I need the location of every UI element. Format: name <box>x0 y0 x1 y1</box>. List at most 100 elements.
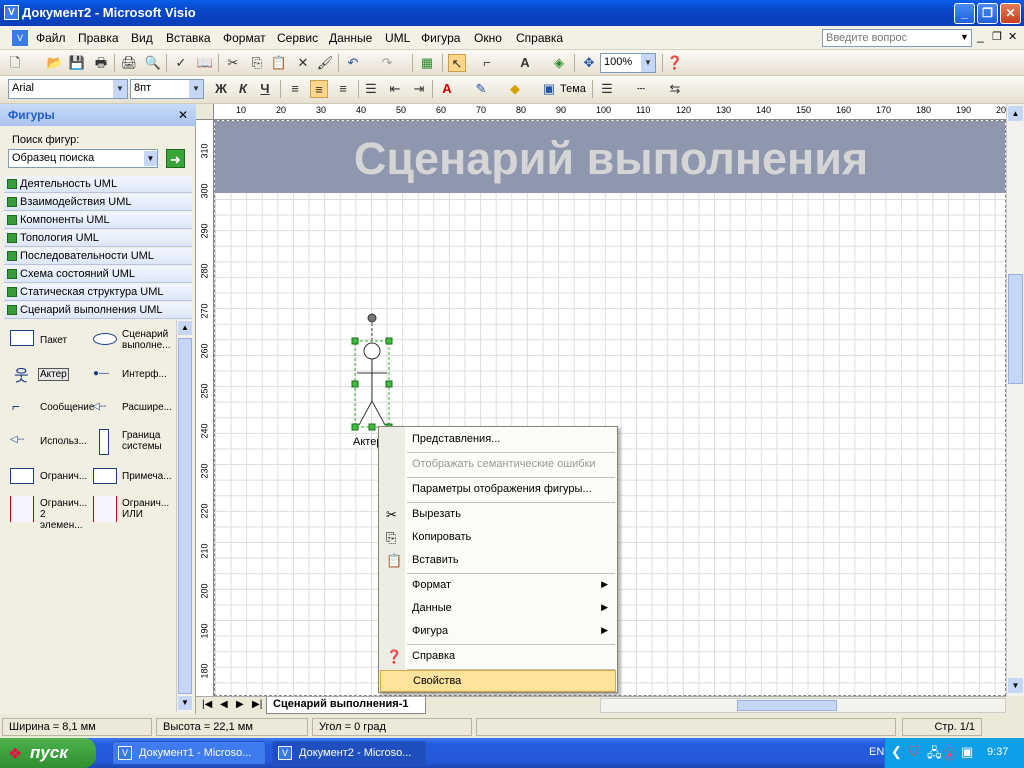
interface-icon[interactable]: ●— <box>93 368 109 379</box>
search-go-button[interactable]: ➜ <box>166 149 185 168</box>
copy-icon[interactable]: ⎘ <box>248 54 266 72</box>
prev-page-icon[interactable]: ◀ <box>220 699 228 710</box>
stencil-component[interactable]: Компоненты UML <box>4 212 192 229</box>
tray-back-icon[interactable]: ❮ <box>891 744 902 760</box>
menu-file[interactable]: Файл <box>36 31 66 45</box>
doc-close-button[interactable]: ✕ <box>1008 30 1017 43</box>
task-document2[interactable]: Документ2 - Microso... <box>272 741 426 765</box>
ctx-properties[interactable]: Свойства <box>380 670 616 692</box>
doc-restore-button[interactable]: ❐ <box>992 30 1002 43</box>
line-pattern-icon[interactable]: ┄ <box>632 80 650 98</box>
stencil-collaboration[interactable]: Взаимодействия UML <box>4 194 192 211</box>
shapes-window-icon[interactable]: ▦ <box>418 54 436 72</box>
stencil-sequence[interactable]: Последовательности UML <box>4 248 192 265</box>
stencil-statechart[interactable]: Схема состояний UML <box>4 266 192 283</box>
ask-dropdown-icon[interactable]: ▼ <box>960 32 969 42</box>
use-case-icon[interactable] <box>93 333 117 345</box>
menu-insert[interactable]: Вставка <box>166 31 211 45</box>
menu-window[interactable]: Окно <box>474 31 502 45</box>
canvas-hscrollbar[interactable] <box>600 698 1006 713</box>
zoom-combo[interactable]: 100% ▼ <box>600 53 656 73</box>
vscroll-thumb[interactable] <box>1008 274 1023 384</box>
last-page-icon[interactable]: ▶| <box>252 699 262 710</box>
uses-icon[interactable]: ◁-- <box>10 434 24 445</box>
decrease-indent-icon[interactable]: ⇤ <box>386 80 404 98</box>
line-ends-icon[interactable]: ⇆ <box>666 80 684 98</box>
actor-icon[interactable]: 웃 <box>14 362 29 386</box>
ctx-semantic-errors[interactable]: Отображать семантические ошибки <box>380 454 616 476</box>
scroll-thumb[interactable] <box>178 338 192 694</box>
search-dropdown-icon[interactable]: ▼ <box>144 151 157 166</box>
scroll-down-icon[interactable]: ▼ <box>178 696 192 710</box>
close-button[interactable]: ✕ <box>1000 3 1021 24</box>
constraint-or-icon[interactable] <box>93 496 117 522</box>
extends-icon[interactable]: ◁-- <box>92 401 106 412</box>
stencil-static-structure[interactable]: Статическая структура UML <box>4 284 192 301</box>
theme-button[interactable]: Тема <box>560 83 586 95</box>
package-icon[interactable] <box>10 330 34 346</box>
ctx-cut[interactable]: ✂ Вырезать <box>380 504 616 526</box>
cut-icon[interactable]: ✂ <box>224 54 242 72</box>
stencil-scrollbar[interactable]: ▲ ▼ <box>176 320 192 712</box>
align-right-icon[interactable]: ≡ <box>334 80 352 98</box>
align-left-icon[interactable]: ≡ <box>286 80 304 98</box>
menu-view[interactable]: Вид <box>131 31 153 45</box>
menu-format[interactable]: Формат <box>223 31 266 45</box>
stencil-activity[interactable]: Деятельность UML <box>4 176 192 193</box>
menu-data[interactable]: Данные <box>329 31 372 45</box>
pointer-tool-icon[interactable]: ↖ <box>448 54 466 72</box>
vscroll-down-icon[interactable]: ▼ <box>1008 678 1023 693</box>
scroll-up-icon[interactable]: ▲ <box>178 321 192 335</box>
bullets-icon[interactable]: ☰ <box>362 80 380 98</box>
align-center-icon[interactable]: ≡ <box>310 80 328 98</box>
system-boundary-icon[interactable] <box>99 429 109 455</box>
ctx-paste[interactable]: 📋 Вставить <box>380 550 616 572</box>
spelling-icon[interactable]: ✓ <box>172 54 190 72</box>
vscroll-up-icon[interactable]: ▲ <box>1008 106 1023 121</box>
language-indicator[interactable]: EN <box>869 746 884 758</box>
increase-indent-icon[interactable]: ⇥ <box>410 80 428 98</box>
ctx-views[interactable]: Представления... <box>380 429 616 451</box>
undo-icon[interactable]: ↶ <box>344 54 362 72</box>
canvas-vscrollbar[interactable]: ▲ ▼ <box>1006 104 1024 696</box>
menu-uml[interactable]: UML <box>385 31 410 45</box>
constraint-two-elements-icon[interactable] <box>10 496 34 522</box>
hscroll-thumb[interactable] <box>737 700 837 711</box>
constraint-icon[interactable] <box>10 468 34 484</box>
line-color-icon[interactable]: ✎ <box>472 80 490 98</box>
font-size-combo[interactable]: 8пт ▼ <box>130 79 204 99</box>
pan-zoom-icon[interactable]: ✥ <box>580 54 598 72</box>
network-icon[interactable]: 🖧 <box>927 744 942 766</box>
stencil-deployment[interactable]: Топология UML <box>4 230 192 247</box>
font-color-icon[interactable]: A <box>438 80 456 98</box>
text-tool-icon[interactable]: A <box>516 54 534 72</box>
open-icon[interactable]: 📂 <box>46 54 64 72</box>
next-page-icon[interactable]: ▶ <box>236 699 244 710</box>
ctx-shape-display-options[interactable]: Параметры отображения фигуры... <box>380 479 616 501</box>
ctx-data[interactable]: Данные ▶ <box>380 598 616 620</box>
menu-tools[interactable]: Сервис <box>277 31 318 45</box>
print-icon[interactable]: 🖨 <box>120 54 138 72</box>
message-icon[interactable]: ⌐ <box>12 398 20 414</box>
shapes-panel-close-icon[interactable]: ✕ <box>178 108 188 122</box>
page-tab[interactable]: Сценарий выполнения-1 <box>266 697 426 714</box>
theme-icon[interactable]: ▣ <box>540 80 558 98</box>
print-preview-icon[interactable]: 🔍 <box>144 54 162 72</box>
zoom-dropdown-icon[interactable]: ▼ <box>641 54 655 72</box>
stencil-use-case[interactable]: Сценарий выполнения UML <box>4 302 192 319</box>
underline-button[interactable]: Ч <box>256 80 274 98</box>
antivirus-icon[interactable]: Ⓥ <box>943 744 956 763</box>
italic-button[interactable]: К <box>234 80 252 98</box>
task-document1[interactable]: Документ1 - Microso... <box>112 741 266 765</box>
bold-button[interactable]: Ж <box>212 80 230 98</box>
minimize-button[interactable]: _ <box>954 3 975 24</box>
visio-app-icon[interactable]: V <box>4 5 19 20</box>
menu-edit[interactable]: Правка <box>78 31 119 45</box>
permission-icon[interactable]: 🖶 <box>92 54 110 72</box>
restore-button[interactable]: ❐ <box>977 3 998 24</box>
stamp-tool-icon[interactable]: ◈ <box>550 54 568 72</box>
line-weight-icon[interactable]: ☰ <box>598 80 616 98</box>
ctx-shape[interactable]: Фигура ▶ <box>380 621 616 643</box>
fill-color-icon[interactable]: ◆ <box>506 80 524 98</box>
paste-icon[interactable]: 📋 <box>270 54 288 72</box>
